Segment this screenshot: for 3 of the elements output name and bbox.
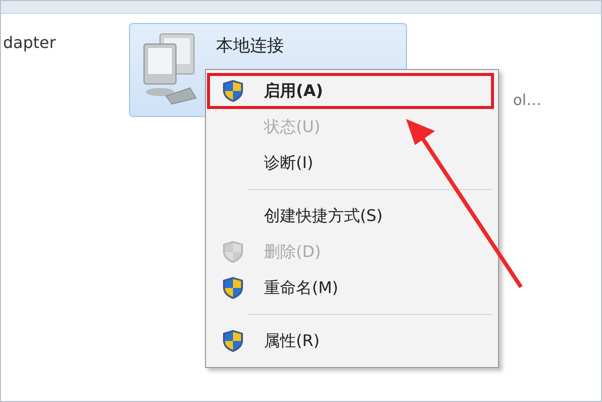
adapter-name: ol… <box>513 91 542 109</box>
column-label: dapter <box>3 33 57 52</box>
connection-name: 本地连接 <box>216 35 284 57</box>
